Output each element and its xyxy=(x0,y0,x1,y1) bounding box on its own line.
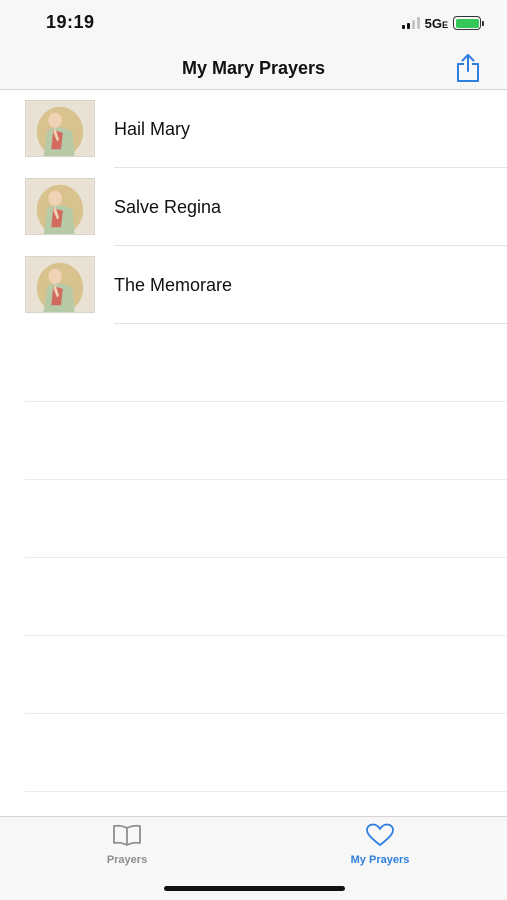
list-item[interactable]: Salve Regina xyxy=(0,168,507,246)
empty-row xyxy=(0,636,507,714)
empty-row xyxy=(0,402,507,480)
prayer-list: Hail Mary Salve Regina The Memorare xyxy=(0,90,507,792)
battery-icon xyxy=(453,16,484,30)
home-indicator[interactable] xyxy=(164,886,345,891)
mary-praying-image xyxy=(25,178,95,235)
empty-row xyxy=(0,714,507,792)
share-icon xyxy=(457,54,479,82)
heart-icon xyxy=(366,823,394,846)
navigation-bar: My Mary Prayers xyxy=(0,46,507,90)
network-type: 5GE xyxy=(424,15,448,31)
empty-row xyxy=(0,558,507,636)
signal-icon xyxy=(401,17,420,29)
page-title: My Mary Prayers xyxy=(181,58,326,78)
tab-label: Prayers xyxy=(106,854,148,866)
row-separator xyxy=(25,791,507,792)
list-item[interactable]: The Memorare xyxy=(0,246,507,324)
prayer-title: Hail Mary xyxy=(114,119,191,139)
tab-label: My Prayers xyxy=(350,854,410,866)
status-indicators: 5GE xyxy=(401,14,484,32)
share-button[interactable] xyxy=(453,52,483,84)
tab-prayers[interactable]: Prayers xyxy=(47,823,207,873)
prayer-title: Salve Regina xyxy=(114,197,222,217)
empty-row xyxy=(0,480,507,558)
prayer-title: The Memorare xyxy=(114,275,233,295)
status-bar: 19:19 5GE xyxy=(0,0,507,46)
empty-row xyxy=(0,324,507,402)
mary-praying-image xyxy=(25,100,95,157)
tab-my-prayers[interactable]: My Prayers xyxy=(300,823,460,873)
mary-praying-image xyxy=(25,256,95,313)
list-item[interactable]: Hail Mary xyxy=(0,90,507,168)
book-icon xyxy=(113,824,141,846)
status-time: 19:19 xyxy=(46,12,95,32)
